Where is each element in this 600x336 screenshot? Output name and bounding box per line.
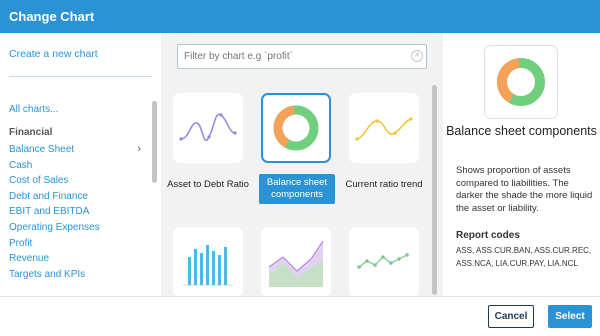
dialog-title: Change Chart (0, 0, 600, 33)
section-header-financial: Financial (9, 127, 53, 138)
clear-filter-icon[interactable]: ✕ (411, 50, 423, 62)
chart-filter-input[interactable] (177, 44, 427, 69)
sidebar-item-label: Profit (9, 237, 33, 249)
sidebar-scrollbar[interactable] (152, 101, 157, 183)
sidebar-item-label: Balance Sheet (9, 144, 75, 155)
chart-card-label: Asset to Debt Ratio (167, 179, 249, 190)
dot-line-chart-icon (357, 253, 409, 269)
chart-details-panel: Balance sheet components Shows proportio… (443, 33, 600, 296)
report-codes-list: ASS, ASS.CUR.BAN, ASS.CUR.REC, ASS.NCA, … (456, 246, 592, 268)
chart-card-asset-to-debt-ratio[interactable] (173, 93, 243, 163)
sidebar-item-revenue[interactable]: Revenue (0, 251, 145, 267)
chart-category-sidebar: Create a new chart All charts... Financi… (0, 33, 161, 296)
sidebar-item-cash[interactable]: Cash (0, 158, 145, 174)
chart-card-balance-sheet-components[interactable] (261, 93, 331, 163)
dialog-footer: Cancel Select (0, 296, 600, 336)
curve-chart-icon (355, 117, 413, 141)
donut-chart-icon (497, 58, 545, 106)
sidebar-item-label: Operating Expenses (9, 221, 100, 233)
chevron-right-icon: › (137, 143, 141, 155)
chart-card-current-ratio-trend[interactable] (349, 93, 419, 163)
cancel-button[interactable]: Cancel (488, 305, 534, 328)
sidebar-item-label: Cash (9, 159, 33, 171)
sidebar-item-targets-and-kpis[interactable]: Targets and KPIs (0, 267, 145, 283)
sidebar-item-label: Revenue (9, 253, 50, 265)
chart-details-title: Balance sheet components (446, 124, 597, 138)
sidebar-item-balance-sheet[interactable]: Balance Sheet › (0, 142, 145, 158)
all-charts-link[interactable]: All charts... (9, 104, 58, 115)
create-new-chart-link[interactable]: Create a new chart (9, 48, 98, 60)
sidebar-item-cost-of-sales[interactable]: Cost of Sales (0, 173, 145, 189)
sidebar-item-label: Cost of Sales (9, 175, 69, 187)
report-codes-heading: Report codes (456, 230, 520, 241)
category-list: Balance Sheet › Cash Cost of Sales Debt … (0, 142, 145, 282)
bar-chart-icon (183, 245, 233, 286)
chart-card-area[interactable] (261, 227, 331, 296)
sidebar-item-label: EBIT and EBITDA (9, 206, 90, 218)
donut-chart-icon (273, 105, 319, 151)
chart-card-bar[interactable] (173, 227, 243, 296)
chart-preview (484, 45, 558, 119)
sidebar-item-debt-and-finance[interactable]: Debt and Finance (0, 189, 145, 205)
chart-gallery: ✕ Asset to Debt Ratio Balance sheet comp… (161, 33, 443, 296)
chart-card-dot-line[interactable] (349, 227, 419, 296)
chart-card-label-selected: Balance sheet components (259, 174, 335, 204)
sidebar-divider (9, 76, 152, 77)
sidebar-item-profit[interactable]: Profit (0, 236, 145, 252)
sidebar-item-ebit-and-ebitda[interactable]: EBIT and EBITDA (0, 204, 145, 220)
select-button[interactable]: Select (548, 305, 592, 328)
sidebar-item-operating-expenses[interactable]: Operating Expenses (0, 220, 145, 236)
line-chart-icon (179, 113, 237, 141)
chart-card-label: Current ratio trend (345, 179, 423, 190)
sidebar-item-label: Targets and KPIs (9, 268, 86, 280)
chart-details-description: Shows proportion of assets compared to l… (456, 165, 593, 214)
area-chart-icon (268, 240, 324, 287)
sidebar-item-label: Debt and Finance (9, 190, 88, 202)
gallery-scrollbar[interactable] (432, 85, 437, 295)
